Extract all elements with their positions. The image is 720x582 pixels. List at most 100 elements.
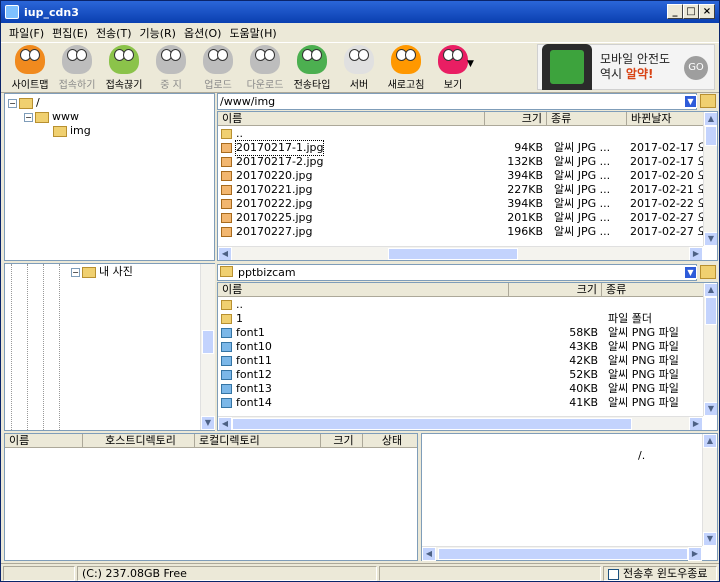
col-size[interactable]: 크기 xyxy=(321,434,363,447)
scroll-thumb[interactable] xyxy=(388,248,518,260)
local-up-folder-icon[interactable] xyxy=(700,265,716,279)
table-row[interactable]: 20170227.jpg 196KB 알씨 JPG ... 2017-02-27 오.… xyxy=(218,225,717,239)
minimize-button[interactable]: _ xyxy=(667,4,683,19)
log-panel[interactable]: /. ▲ ▼ ◀ ▶ xyxy=(421,433,718,561)
col-local-dir[interactable]: 로컬디렉토리 xyxy=(195,434,321,447)
collapse-icon[interactable]: − xyxy=(71,267,80,277)
remote-up-folder-icon[interactable] xyxy=(700,94,716,108)
tree-my-pictures[interactable]: − 내 사진 xyxy=(71,265,133,279)
maximize-button[interactable]: □ xyxy=(683,4,699,19)
menu-help[interactable]: 도움말(H) xyxy=(229,25,276,41)
remote-path-field[interactable]: /www/img xyxy=(217,93,697,110)
scroll-left-icon[interactable]: ◀ xyxy=(218,417,232,430)
local-hscroll[interactable]: ◀ ▶ xyxy=(218,416,703,430)
table-row[interactable]: font1 58KB 알씨 PNG 파일 xyxy=(218,326,703,340)
tree-root[interactable]: − / xyxy=(8,96,40,110)
ad-go-button[interactable]: GO xyxy=(684,56,708,80)
toolbar-button-3[interactable]: 중 지 xyxy=(148,43,194,91)
local-tree-panel[interactable]: − 내 사진 ▼ xyxy=(4,263,215,431)
table-row[interactable]: font10 43KB 알씨 PNG 파일 xyxy=(218,340,703,354)
local-file-list[interactable]: 이름 크기 종류 .. 1 파일 폴더 font1 58KB 알씨 PNG 파일 fon… xyxy=(217,282,718,431)
col-size[interactable]: 크기 xyxy=(485,112,547,125)
col-status[interactable]: 상태 xyxy=(363,434,417,447)
col-name[interactable]: 이름 xyxy=(5,434,83,447)
toolbar-button-2[interactable]: 접속끊기 xyxy=(101,43,147,91)
local-path-field[interactable]: pptbizcam xyxy=(217,264,697,281)
menu-file[interactable]: 파일(F) xyxy=(9,25,44,41)
collapse-icon[interactable]: − xyxy=(8,98,17,108)
table-row[interactable]: 20170217-1.jpg 94KB 알씨 JPG ... 2017-02-17 오… xyxy=(218,140,717,156)
remote-tree-panel[interactable]: − / − www img xyxy=(4,93,215,261)
toolbar-button-8[interactable]: 새로고침 xyxy=(383,43,429,91)
scroll-left-icon[interactable]: ◀ xyxy=(422,547,436,561)
collapse-icon[interactable]: − xyxy=(24,112,33,122)
remote-hscroll[interactable]: ◀ ▶ xyxy=(218,246,703,260)
file-size: 196KB xyxy=(507,225,543,238)
table-row[interactable]: font14 41KB 알씨 PNG 파일 xyxy=(218,396,703,410)
col-type[interactable]: 종류 xyxy=(547,112,627,125)
tree-www[interactable]: − www xyxy=(24,110,79,124)
toolbar-button-7[interactable]: 서버 xyxy=(336,43,382,91)
local-up-row[interactable]: .. xyxy=(218,298,703,312)
table-row[interactable]: font12 52KB 알씨 PNG 파일 xyxy=(218,368,703,382)
menu-edit[interactable]: 편집(E) xyxy=(52,25,88,41)
col-name[interactable]: 이름 xyxy=(218,112,485,125)
scroll-down-icon[interactable]: ▼ xyxy=(703,532,717,546)
menu-function[interactable]: 기능(R) xyxy=(139,25,175,41)
scroll-thumb[interactable] xyxy=(438,548,688,560)
scroll-right-icon[interactable]: ▶ xyxy=(688,547,702,561)
remote-vscroll[interactable]: ▲ ▼ xyxy=(703,112,717,246)
close-after-checkbox[interactable] xyxy=(608,568,619,580)
scroll-down-icon[interactable]: ▼ xyxy=(201,416,215,430)
toolbar-label: 업로드 xyxy=(204,80,232,91)
col-size[interactable]: 크기 xyxy=(509,283,602,296)
title-bar[interactable]: iup_cdn3 _ □ × xyxy=(1,1,719,23)
scroll-right-icon[interactable]: ▶ xyxy=(689,247,703,260)
local-path-dropdown-icon[interactable]: ▼ xyxy=(684,266,697,279)
log-vscroll[interactable]: ▲ ▼ xyxy=(702,434,717,546)
toolbar-more-icon[interactable]: ▼ xyxy=(467,59,474,69)
remote-up-row[interactable]: .. xyxy=(218,127,703,141)
local-tree-vscroll[interactable]: ▼ xyxy=(200,264,215,430)
jpg-file-icon xyxy=(221,227,232,237)
toolbar-button-4[interactable]: 업로드 xyxy=(195,43,241,91)
toolbar-button-0[interactable]: 사이트맵 xyxy=(7,43,53,91)
local-folder-row[interactable]: 1 파일 폴더 xyxy=(218,312,703,326)
table-row[interactable]: font11 42KB 알씨 PNG 파일 xyxy=(218,354,703,368)
table-row[interactable]: font13 40KB 알씨 PNG 파일 xyxy=(218,382,703,396)
scroll-thumb[interactable] xyxy=(232,418,632,430)
col-host-dir[interactable]: 호스트디렉토리 xyxy=(83,434,195,447)
log-hscroll[interactable]: ◀ ▶ xyxy=(422,546,702,561)
scroll-down-icon[interactable]: ▼ xyxy=(704,402,717,416)
scroll-down-icon[interactable]: ▼ xyxy=(704,232,717,246)
scroll-up-icon[interactable]: ▲ xyxy=(704,112,717,126)
close-button[interactable]: × xyxy=(699,4,715,19)
scroll-thumb[interactable] xyxy=(705,297,717,325)
scroll-right-icon[interactable]: ▶ xyxy=(689,417,703,430)
scroll-up-icon[interactable]: ▲ xyxy=(703,434,717,448)
toolbar-button-6[interactable]: 전송타입 xyxy=(289,43,335,91)
close-after-transfer[interactable]: 전송후 윈도우종료 xyxy=(603,566,717,581)
table-row[interactable]: 20170222.jpg 394KB 알씨 JPG ... 2017-02-22 오.… xyxy=(218,197,717,211)
table-row[interactable]: 20170220.jpg 394KB 알씨 JPG ... 2017-02-20 오.… xyxy=(218,169,717,183)
scroll-thumb[interactable] xyxy=(202,330,214,354)
col-type[interactable]: 종류 xyxy=(602,283,703,296)
scroll-left-icon[interactable]: ◀ xyxy=(218,247,232,260)
toolbar-button-5[interactable]: 다운로드 xyxy=(242,43,288,91)
scroll-thumb[interactable] xyxy=(705,126,717,146)
col-name[interactable]: 이름 xyxy=(218,283,509,296)
table-row[interactable]: 20170221.jpg 227KB 알씨 JPG ... 2017-02-21 오.… xyxy=(218,183,717,197)
table-row[interactable]: 20170217-2.jpg 132KB 알씨 JPG ... 2017-02-17 … xyxy=(218,155,717,169)
tree-img[interactable]: img xyxy=(53,124,91,138)
table-row[interactable]: 20170225.jpg 201KB 알씨 JPG ... 2017-02-27 오.… xyxy=(218,211,717,225)
toolbar-button-1[interactable]: 접속하기 xyxy=(54,43,100,91)
remote-path-dropdown-icon[interactable]: ▼ xyxy=(684,95,697,108)
ad-banner[interactable]: 모바일 안전도 역시 알약! GO xyxy=(537,44,715,90)
menu-options[interactable]: 옵션(O) xyxy=(184,25,221,41)
remote-file-list[interactable]: 이름 크기 종류 바뀐날자 .. 20170217-1.jpg 94KB 알씨 JP… xyxy=(217,111,718,261)
transfer-queue[interactable]: 이름 호스트디렉토리 로컬디렉토리 크기 상태 xyxy=(4,433,418,561)
local-vscroll[interactable]: ▲ ▼ xyxy=(703,283,717,416)
menu-transfer[interactable]: 전송(T) xyxy=(96,25,132,41)
col-date[interactable]: 바뀐날자 xyxy=(627,112,703,125)
scroll-up-icon[interactable]: ▲ xyxy=(704,283,717,297)
